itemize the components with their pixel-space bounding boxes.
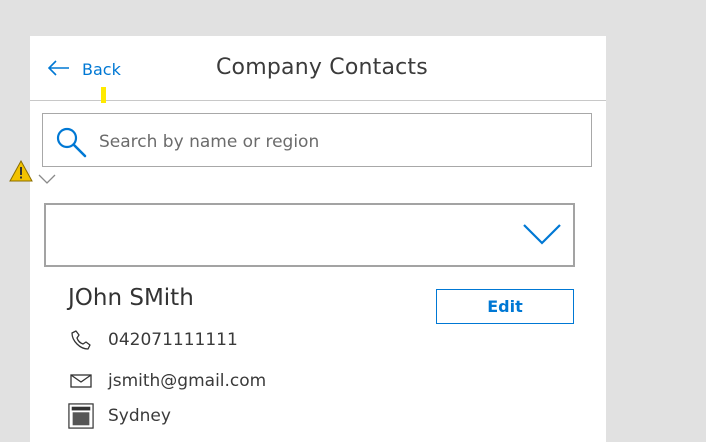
back-button[interactable]: Back <box>47 58 121 82</box>
contact-name: JOhn SMith <box>68 285 194 311</box>
phone-icon <box>68 327 94 353</box>
back-label: Back <box>82 60 121 79</box>
email-row: jsmith@gmail.com <box>68 367 266 395</box>
warning-icon <box>9 159 33 186</box>
region-row: Sydney <box>68 402 171 430</box>
chevron-down-icon <box>523 223 561 249</box>
mail-icon <box>68 368 94 394</box>
search-input[interactable] <box>97 126 581 158</box>
edit-button[interactable]: Edit <box>436 289 574 324</box>
header-bar: Back Company Contacts <box>30 36 606 101</box>
caret-down-icon <box>38 169 56 188</box>
text-cursor-marker <box>101 87 106 103</box>
contact-phone: 042071111111 <box>108 330 238 350</box>
contact-email: jsmith@gmail.com <box>108 371 267 391</box>
search-icon <box>55 126 89 164</box>
filter-dropdown[interactable] <box>44 203 575 267</box>
contact-region: Sydney <box>108 406 171 426</box>
contacts-screen: Back Company Contacts Search by name or … <box>9 36 606 442</box>
phone-row: 042071111111 <box>68 326 238 354</box>
page-title: Company Contacts <box>216 55 428 80</box>
search-box[interactable] <box>42 113 592 167</box>
location-icon <box>68 403 94 429</box>
back-arrow-icon <box>47 60 70 80</box>
